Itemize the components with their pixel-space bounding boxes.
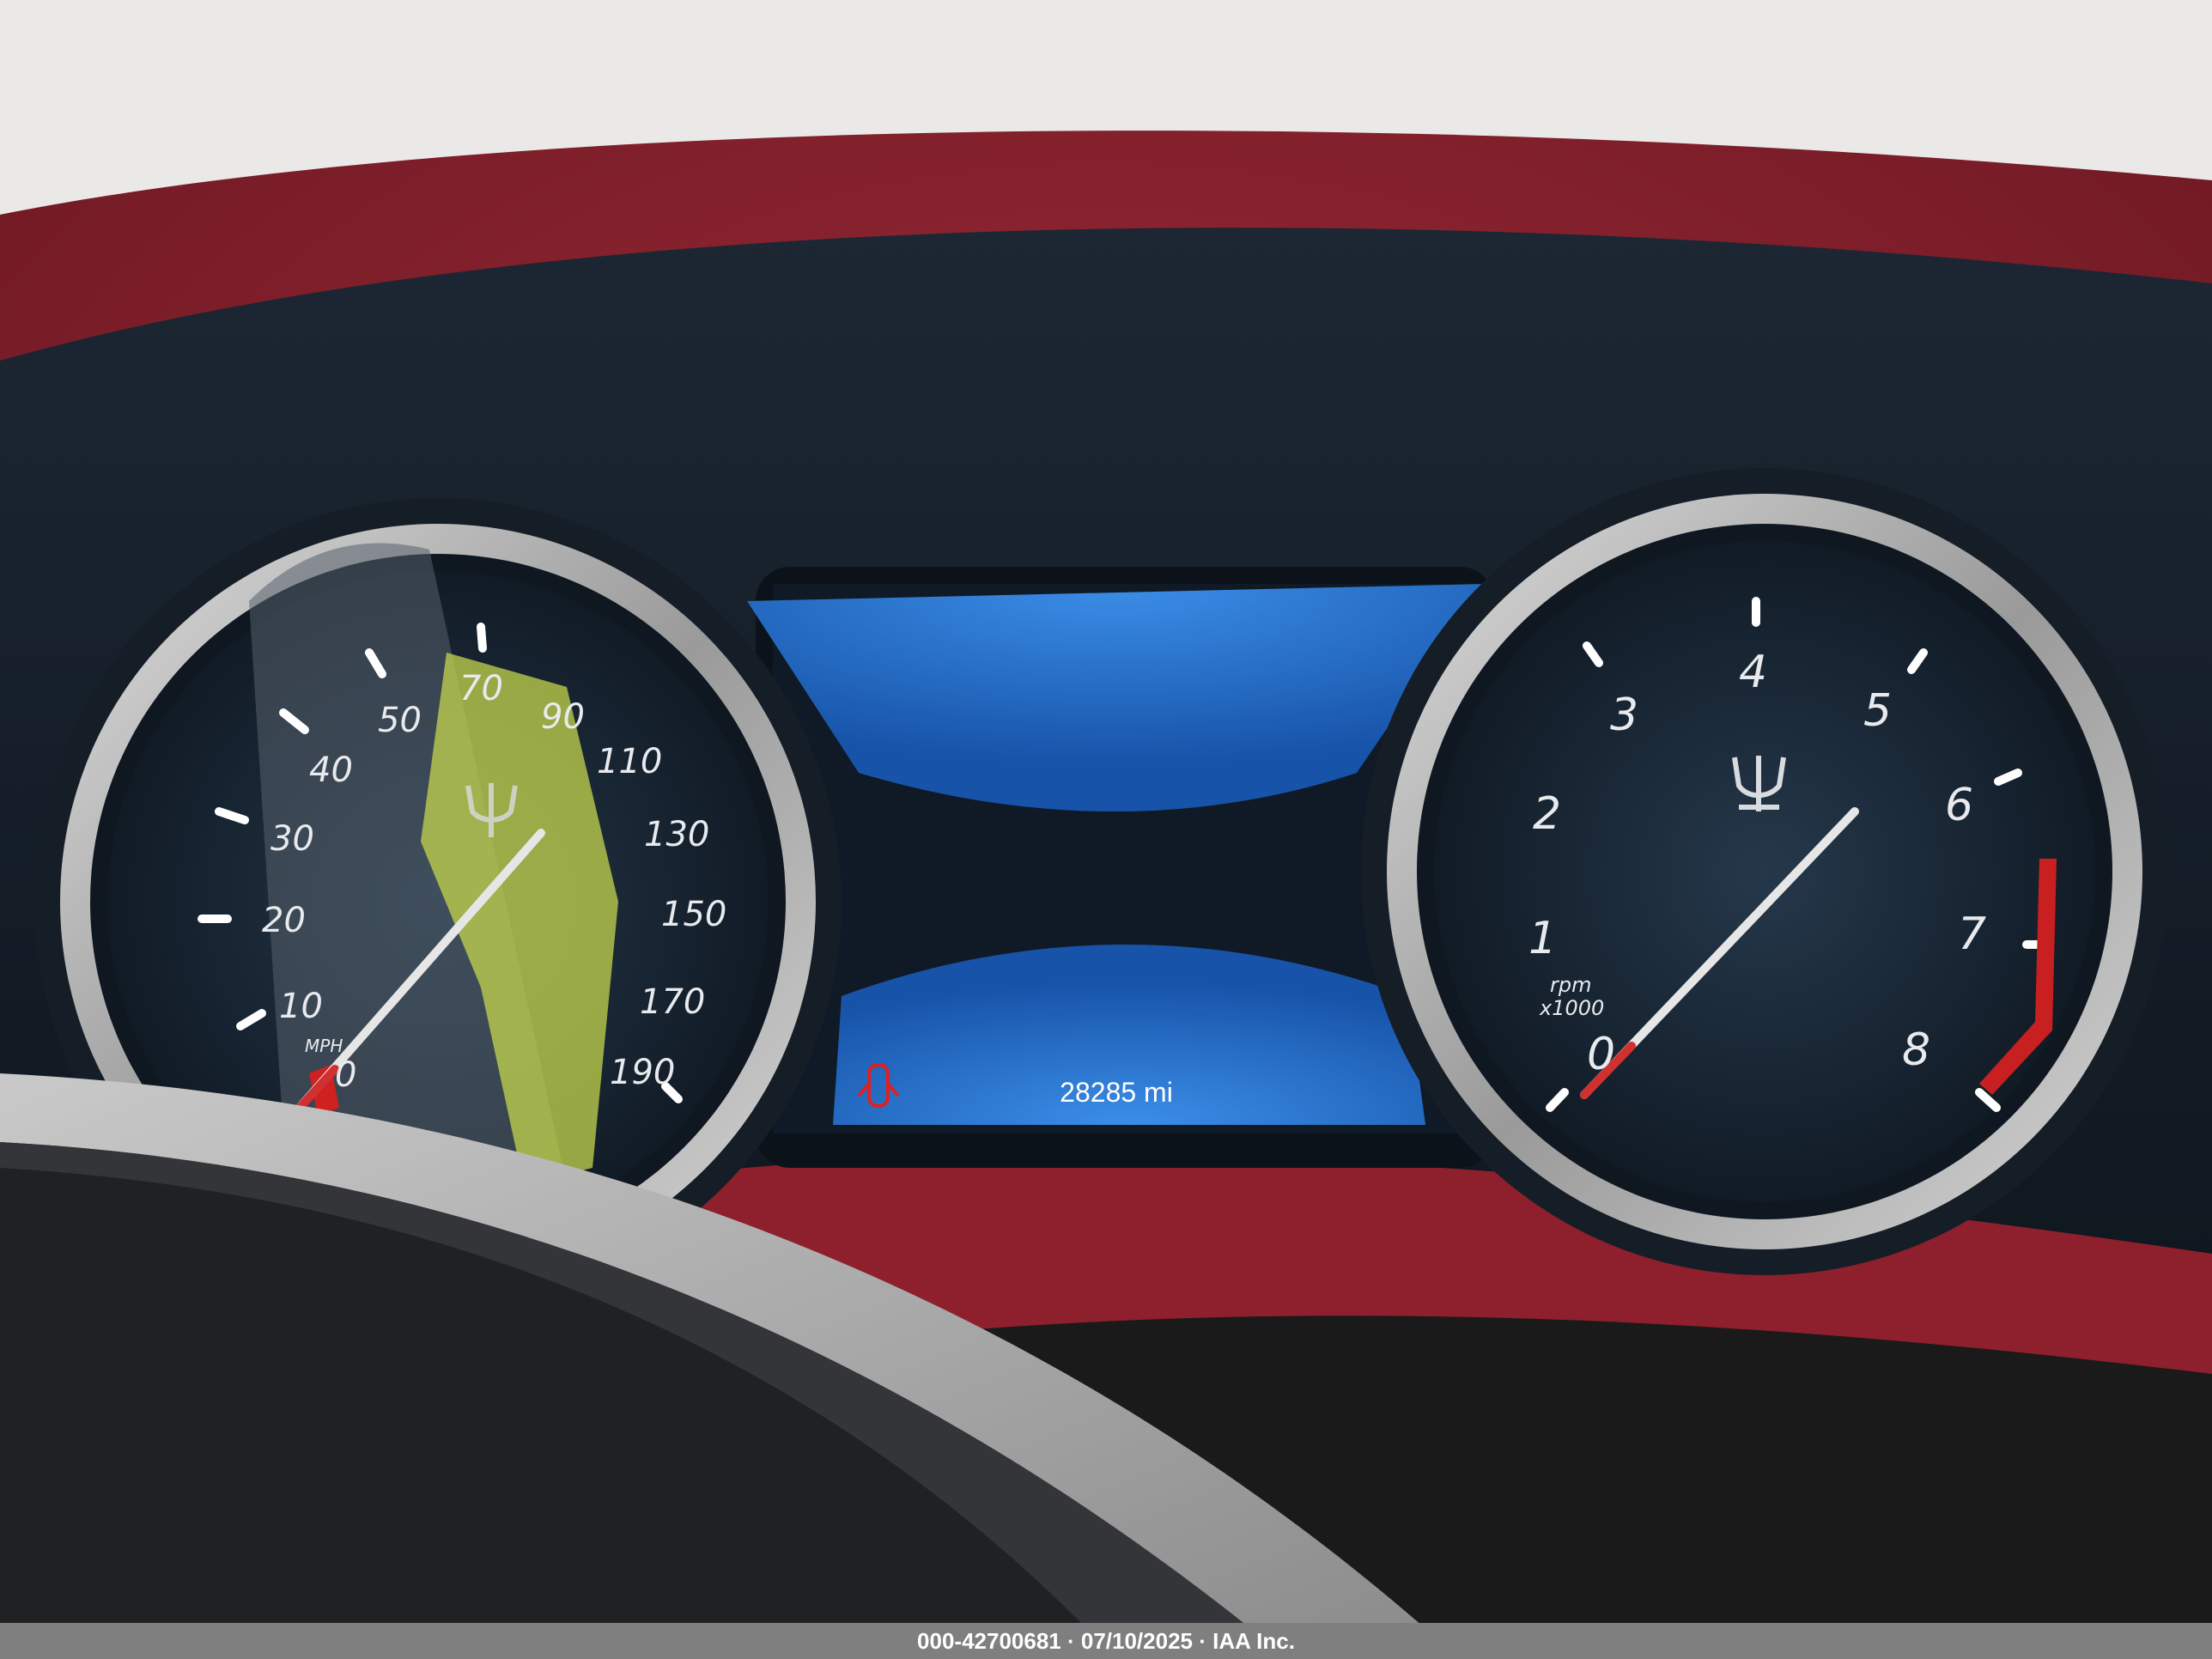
odometer-reading: 28285 mi bbox=[1060, 1077, 1173, 1108]
rpm-label-5: 5 bbox=[1863, 685, 1892, 737]
speed-label-10: 10 bbox=[279, 987, 323, 1026]
rpm-unit-line1: rpm bbox=[1550, 973, 1591, 997]
speed-label-130: 130 bbox=[644, 815, 709, 854]
speed-label-0: 0 bbox=[335, 1055, 356, 1095]
rpm-unit-line2: x1000 bbox=[1539, 996, 1604, 1020]
speed-label-40: 40 bbox=[309, 750, 353, 790]
speed-label-30: 30 bbox=[270, 819, 314, 859]
rpm-label-1: 1 bbox=[1528, 913, 1557, 964]
speed-label-110: 110 bbox=[597, 742, 662, 781]
rpm-label-3: 3 bbox=[1610, 690, 1638, 741]
rpm-label-2: 2 bbox=[1533, 788, 1561, 840]
tachometer-labels: 0 1 2 3 4 5 6 7 8 rpm x1000 bbox=[1528, 647, 1986, 1080]
speed-label-190: 190 bbox=[610, 1053, 675, 1092]
rpm-label-0: 0 bbox=[1587, 1029, 1615, 1080]
speed-label-50: 50 bbox=[378, 701, 422, 740]
car-door-open-icon bbox=[857, 1063, 900, 1108]
speedometer-labels: 0 10 20 30 40 50 70 90 110 130 150 170 1… bbox=[262, 669, 726, 1095]
speed-label-90: 90 bbox=[541, 697, 585, 737]
rpm-label-6: 6 bbox=[1945, 780, 1973, 831]
speed-label-150: 150 bbox=[661, 895, 726, 934]
speed-label-170: 170 bbox=[640, 982, 705, 1022]
gauge-labels: 0 10 20 30 40 50 70 90 110 130 150 170 1… bbox=[262, 647, 1986, 1108]
speed-unit-label: MPH bbox=[305, 1036, 343, 1056]
watermark-footer: 000-42700681 · 07/10/2025 · IAA Inc. bbox=[0, 1623, 2212, 1659]
speed-label-20: 20 bbox=[262, 901, 306, 940]
rpm-label-4: 4 bbox=[1739, 647, 1767, 698]
rpm-label-8: 8 bbox=[1902, 1024, 1930, 1076]
rpm-label-7: 7 bbox=[1958, 908, 1986, 960]
speed-label-70: 70 bbox=[459, 669, 503, 708]
